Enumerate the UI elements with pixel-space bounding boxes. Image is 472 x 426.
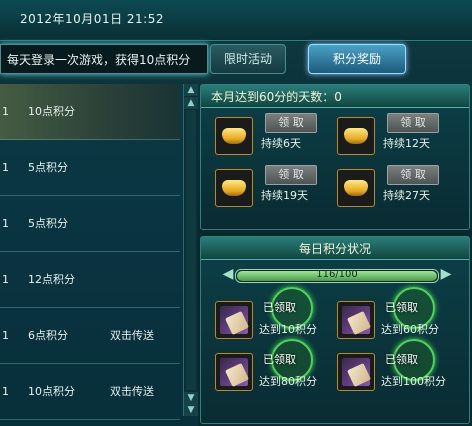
claimed-badge-label: 已领取 bbox=[385, 301, 418, 314]
reward-caption: 达到10积分 bbox=[259, 323, 317, 336]
list-item-points: 10点积分 bbox=[28, 105, 75, 118]
claim-button[interactable]: 领 取 bbox=[265, 113, 317, 133]
claimed-badge-label: 已领取 bbox=[263, 301, 296, 314]
arrow-up-icon[interactable]: ▲ bbox=[184, 84, 198, 96]
daily-reward-3: 已领取 达到80积分 bbox=[203, 339, 325, 403]
reward-caption: 达到100积分 bbox=[381, 375, 446, 388]
task-list: 1 10点积分 1 5点积分 1 5点积分 1 12点积分 1 6点积分 双击传… bbox=[0, 84, 198, 426]
scroll-icon bbox=[337, 353, 375, 391]
claimed-badge-label: 已领取 bbox=[385, 353, 418, 366]
claimed-badge-label: 已领取 bbox=[263, 353, 296, 366]
reward-caption: 持续6天 bbox=[261, 137, 301, 150]
list-item-points: 6点积分 bbox=[28, 329, 68, 342]
reward-caption: 持续12天 bbox=[383, 137, 430, 150]
monthly-reward-panel: 本月达到60分的天数：0 领 取 持续6天 领 取 持续12天 领 取 持续19… bbox=[200, 84, 470, 230]
monthly-reward-2: 领 取 持续12天 bbox=[325, 111, 447, 167]
daily-panel-header: 每日积分状况 bbox=[201, 237, 469, 260]
teleport-link[interactable]: 双击传送 bbox=[110, 308, 154, 363]
daily-progress-text: 116/100 bbox=[316, 269, 358, 280]
claim-button[interactable]: 领 取 bbox=[387, 165, 439, 185]
reward-caption: 达到80积分 bbox=[259, 375, 317, 388]
list-item-points: 10点积分 bbox=[28, 385, 75, 398]
claim-button[interactable]: 领 取 bbox=[387, 113, 439, 133]
gold-ingot-icon bbox=[215, 117, 253, 155]
arrow-down-icon[interactable]: ▼ bbox=[184, 404, 198, 416]
tab-limited-event[interactable]: 限时活动 bbox=[210, 44, 286, 74]
arrow-up-icon[interactable]: ▲ bbox=[184, 97, 198, 109]
login-tip-tooltip: 每天登录一次游戏，获得10点积分 bbox=[0, 44, 208, 74]
list-item[interactable]: 1 6点积分 双击传送 bbox=[0, 308, 180, 364]
monthly-reward-1: 领 取 持续6天 bbox=[203, 111, 325, 167]
list-item-points: 12点积分 bbox=[28, 273, 75, 286]
arrow-down-icon[interactable]: ▼ bbox=[184, 392, 198, 404]
reward-caption: 持续19天 bbox=[261, 189, 308, 202]
list-item-count: 1 bbox=[2, 217, 9, 230]
gold-ingot-icon bbox=[337, 117, 375, 155]
list-item-count: 1 bbox=[2, 273, 9, 286]
list-scrollbar[interactable]: ▲ ▲ ▼ ▼ bbox=[183, 84, 198, 416]
list-item-count: 1 bbox=[2, 105, 9, 118]
list-item-points: 5点积分 bbox=[28, 161, 68, 174]
daily-points-panel: 每日积分状况 ◀ 116/100 ▶ 已领取 达到10积分 已领取 达到60积分… bbox=[200, 236, 470, 424]
daily-reward-2: 已领取 达到60积分 bbox=[325, 287, 447, 351]
list-item[interactable]: 1 10点积分 bbox=[0, 84, 180, 140]
scroll-icon bbox=[337, 301, 375, 339]
game-window: 2012年10月01日 21:52 每天登录一次游戏，获得10点积分 限时活动 … bbox=[0, 0, 472, 426]
monthly-reward-3: 领 取 持续19天 bbox=[203, 163, 325, 219]
reward-caption: 达到60积分 bbox=[381, 323, 439, 336]
daily-reward-4: 已领取 达到100积分 bbox=[325, 339, 447, 403]
tab-points-reward[interactable]: 积分奖励 bbox=[308, 44, 406, 74]
teleport-link[interactable]: 双击传送 bbox=[110, 364, 154, 419]
list-item[interactable]: 1 5点积分 bbox=[0, 196, 180, 252]
list-item-count: 1 bbox=[2, 385, 9, 398]
scrollbar-track[interactable] bbox=[186, 110, 196, 390]
top-bar: 2012年10月01日 21:52 bbox=[0, 0, 472, 41]
scroll-icon bbox=[215, 301, 253, 339]
list-item[interactable]: 1 12点积分 bbox=[0, 252, 180, 308]
monthly-panel-header: 本月达到60分的天数：0 bbox=[201, 85, 469, 108]
gold-ingot-icon bbox=[215, 169, 253, 207]
list-item-count: 1 bbox=[2, 161, 9, 174]
list-item-count: 1 bbox=[2, 329, 9, 342]
list-item[interactable]: 1 5点积分 bbox=[0, 140, 180, 196]
claim-button[interactable]: 领 取 bbox=[265, 165, 317, 185]
list-item-points: 5点积分 bbox=[28, 217, 68, 230]
bar-right-ornament-icon: ▶ bbox=[440, 266, 452, 282]
list-item[interactable]: 1 10点积分 双击传送 bbox=[0, 364, 180, 420]
monthly-title: 本月达到60分的天数：0 bbox=[211, 90, 342, 104]
reward-caption: 持续27天 bbox=[383, 189, 430, 202]
gold-ingot-icon bbox=[337, 169, 375, 207]
daily-title: 每日积分状况 bbox=[298, 242, 371, 256]
daily-progress-bar: 116/100 bbox=[235, 269, 439, 283]
datetime-display: 2012年10月01日 21:52 bbox=[20, 12, 164, 26]
scroll-icon bbox=[215, 353, 253, 391]
daily-reward-1: 已领取 达到10积分 bbox=[203, 287, 325, 351]
monthly-reward-4: 领 取 持续27天 bbox=[325, 163, 447, 219]
